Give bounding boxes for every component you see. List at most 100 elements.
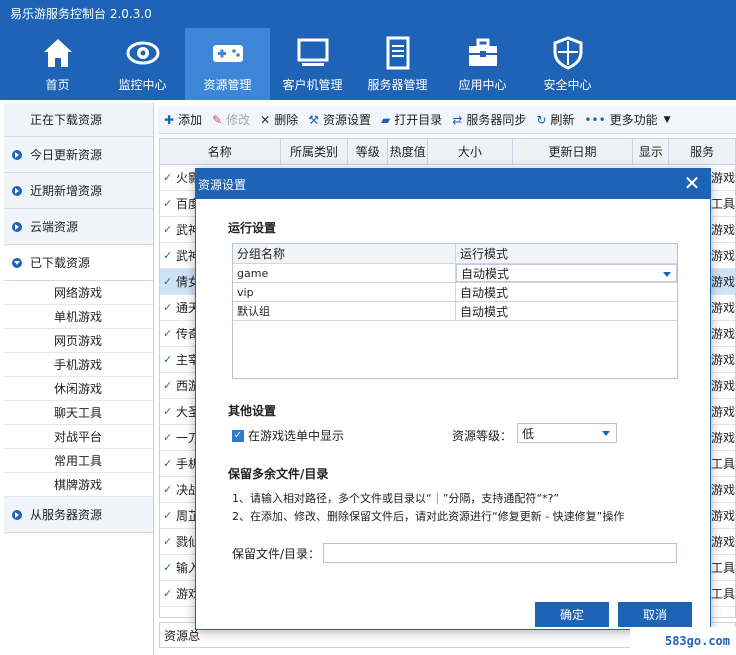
dialog-title-bar: 资源设置 ✕ (196, 169, 710, 199)
column-header: 运行模式 (460, 247, 509, 261)
more-button[interactable]: ••• 更多功能 ▼ (584, 111, 670, 128)
service-value: 游戏 (710, 535, 735, 549)
service-value: 工具 (710, 457, 735, 471)
checkmark-icon[interactable]: ✓ (163, 249, 175, 262)
cancel-button[interactable]: 取消 (618, 602, 692, 627)
checkmark-icon[interactable]: ✓ (163, 431, 175, 444)
more-icon: ••• (584, 112, 606, 127)
sidebar-item-cloud[interactable]: 云端资源 (4, 209, 153, 245)
sidebar-subitem[interactable]: 网页游戏 (4, 329, 153, 353)
keep-files-input[interactable] (323, 543, 677, 563)
chevron-down-icon (663, 272, 671, 277)
sidebar-subitem[interactable]: 手机游戏 (4, 353, 153, 377)
sidebar-item-recent[interactable]: 近期新增资源 (4, 173, 153, 209)
checkmark-icon[interactable]: ✓ (163, 483, 175, 496)
service-value: 工具 (710, 197, 735, 211)
column-header[interactable]: 大小 (428, 139, 513, 164)
table-row[interactable]: vip 自动模式 (233, 283, 677, 302)
sidebar-item-downloading[interactable]: 正在下载资源 (4, 103, 153, 137)
checkmark-icon[interactable]: ✓ (163, 301, 175, 314)
checkmark-icon[interactable]: ✓ (163, 457, 175, 470)
table-header: 分组名称 运行模式 (233, 244, 677, 264)
sidebar-subitem[interactable]: 对战平台 (4, 425, 153, 449)
nav-server[interactable]: 服务器管理 (355, 28, 440, 100)
column-header[interactable]: 更新日期 (513, 139, 634, 164)
edit-label: 修改 (226, 113, 251, 127)
sidebar-item-label: 近期新增资源 (30, 184, 103, 198)
run-mode-value[interactable]: 自动模式 (456, 283, 677, 301)
checkmark-icon[interactable]: ✓ (163, 197, 175, 210)
checkmark-icon[interactable]: ✓ (163, 327, 175, 340)
sidebar: 正在下载资源 今日更新资源 近期新增资源 云端资源 已下载资源 网络游戏 单机游… (4, 103, 154, 655)
level-select[interactable]: 低 (517, 423, 617, 443)
table-row[interactable]: 默认组 自动模式 (233, 302, 677, 321)
nav-label: 应用中心 (458, 78, 507, 92)
checkmark-icon[interactable]: ✓ (163, 379, 175, 392)
checkmark-icon[interactable]: ✓ (163, 405, 175, 418)
nav-resource[interactable]: 资源管理 (185, 28, 270, 100)
refresh-label: 刷新 (550, 113, 575, 127)
nav-client[interactable]: 客户机管理 (270, 28, 355, 100)
sidebar-subitem[interactable]: 休闲游戏 (4, 377, 153, 401)
column-header[interactable]: 所属类别 (281, 139, 349, 164)
column-header[interactable]: 热度值 (388, 139, 429, 164)
run-mode-value[interactable]: 自动模式 (456, 302, 677, 320)
checkmark-icon[interactable]: ✓ (163, 223, 175, 236)
sidebar-item-label: 已下载资源 (30, 256, 91, 270)
sidebar-subitem[interactable]: 聊天工具 (4, 401, 153, 425)
nav-security[interactable]: 安全中心 (525, 28, 610, 100)
nav-monitor[interactable]: 监控中心 (100, 28, 185, 100)
nav-app[interactable]: 应用中心 (440, 28, 525, 100)
resource-settings-label: 资源设置 (323, 113, 372, 127)
run-mode-select[interactable]: 自动模式 (456, 264, 677, 282)
sidebar-item-downloaded[interactable]: 已下载资源 (4, 245, 153, 281)
checkmark-icon[interactable]: ✓ (163, 275, 175, 288)
sidebar-subitem[interactable]: 棋牌游戏 (4, 473, 153, 497)
nav-home[interactable]: 首页 (15, 28, 100, 100)
toolbox-icon (466, 36, 500, 70)
service-value: 游戏 (710, 223, 735, 237)
column-header[interactable]: 名称 (160, 139, 281, 164)
column-header[interactable]: 服务 (669, 139, 735, 164)
checkmark-icon[interactable]: ✓ (163, 171, 175, 184)
sidebar-item-today[interactable]: 今日更新资源 (4, 137, 153, 173)
nav-label: 首页 (45, 78, 70, 92)
delete-button[interactable]: ✕ 删除 (260, 111, 298, 128)
sidebar-subitem[interactable]: 网络游戏 (4, 281, 153, 305)
resource-settings-button[interactable]: ⚒ 资源设置 (308, 111, 371, 128)
server-sync-label: 服务器同步 (466, 113, 527, 127)
edit-button[interactable]: ✎ 修改 (212, 111, 250, 128)
sidebar-item-server[interactable]: 从服务器资源 (4, 497, 153, 533)
close-icon: ✕ (260, 112, 271, 127)
expand-icon (12, 221, 22, 232)
service-value: 游戏 (710, 327, 735, 341)
service-value: 工具 (710, 587, 735, 601)
server-sync-button[interactable]: ⇄ 服务器同步 (452, 111, 526, 128)
service-value: 游戏 (710, 275, 735, 289)
close-icon[interactable]: ✕ (682, 173, 702, 193)
ok-button[interactable]: 确定 (535, 602, 609, 627)
table-row[interactable]: game 自动模式 (233, 264, 677, 283)
sidebar-subitem[interactable]: 单机游戏 (4, 305, 153, 329)
monitor-icon (296, 36, 330, 70)
home-icon (41, 36, 75, 70)
chevron-down-icon (602, 431, 610, 436)
nav-label: 客户机管理 (282, 78, 343, 92)
window-title: 易乐游服务控制台 2.0.3.0 (0, 0, 736, 28)
checkmark-icon: ✓ (232, 429, 244, 442)
other-settings-heading: 其他设置 (228, 404, 277, 418)
checkmark-icon[interactable]: ✓ (163, 353, 175, 366)
refresh-button[interactable]: ↻ 刷新 (536, 111, 574, 128)
checkmark-icon[interactable]: ✓ (163, 587, 175, 600)
add-button[interactable]: ✚ 添加 (164, 111, 202, 128)
expand-icon (12, 509, 22, 520)
checkmark-icon[interactable]: ✓ (163, 535, 175, 548)
sidebar-subitem[interactable]: 常用工具 (4, 449, 153, 473)
plus-icon: ✚ (164, 112, 175, 127)
checkmark-icon[interactable]: ✓ (163, 509, 175, 522)
show-in-menu-checkbox[interactable]: ✓ 在游戏选单中显示 (232, 427, 344, 444)
open-dir-button[interactable]: ▰ 打开目录 (381, 111, 442, 128)
checkmark-icon[interactable]: ✓ (163, 561, 175, 574)
column-header[interactable]: 等级 (348, 139, 389, 164)
column-header[interactable]: 显示 (633, 139, 670, 164)
